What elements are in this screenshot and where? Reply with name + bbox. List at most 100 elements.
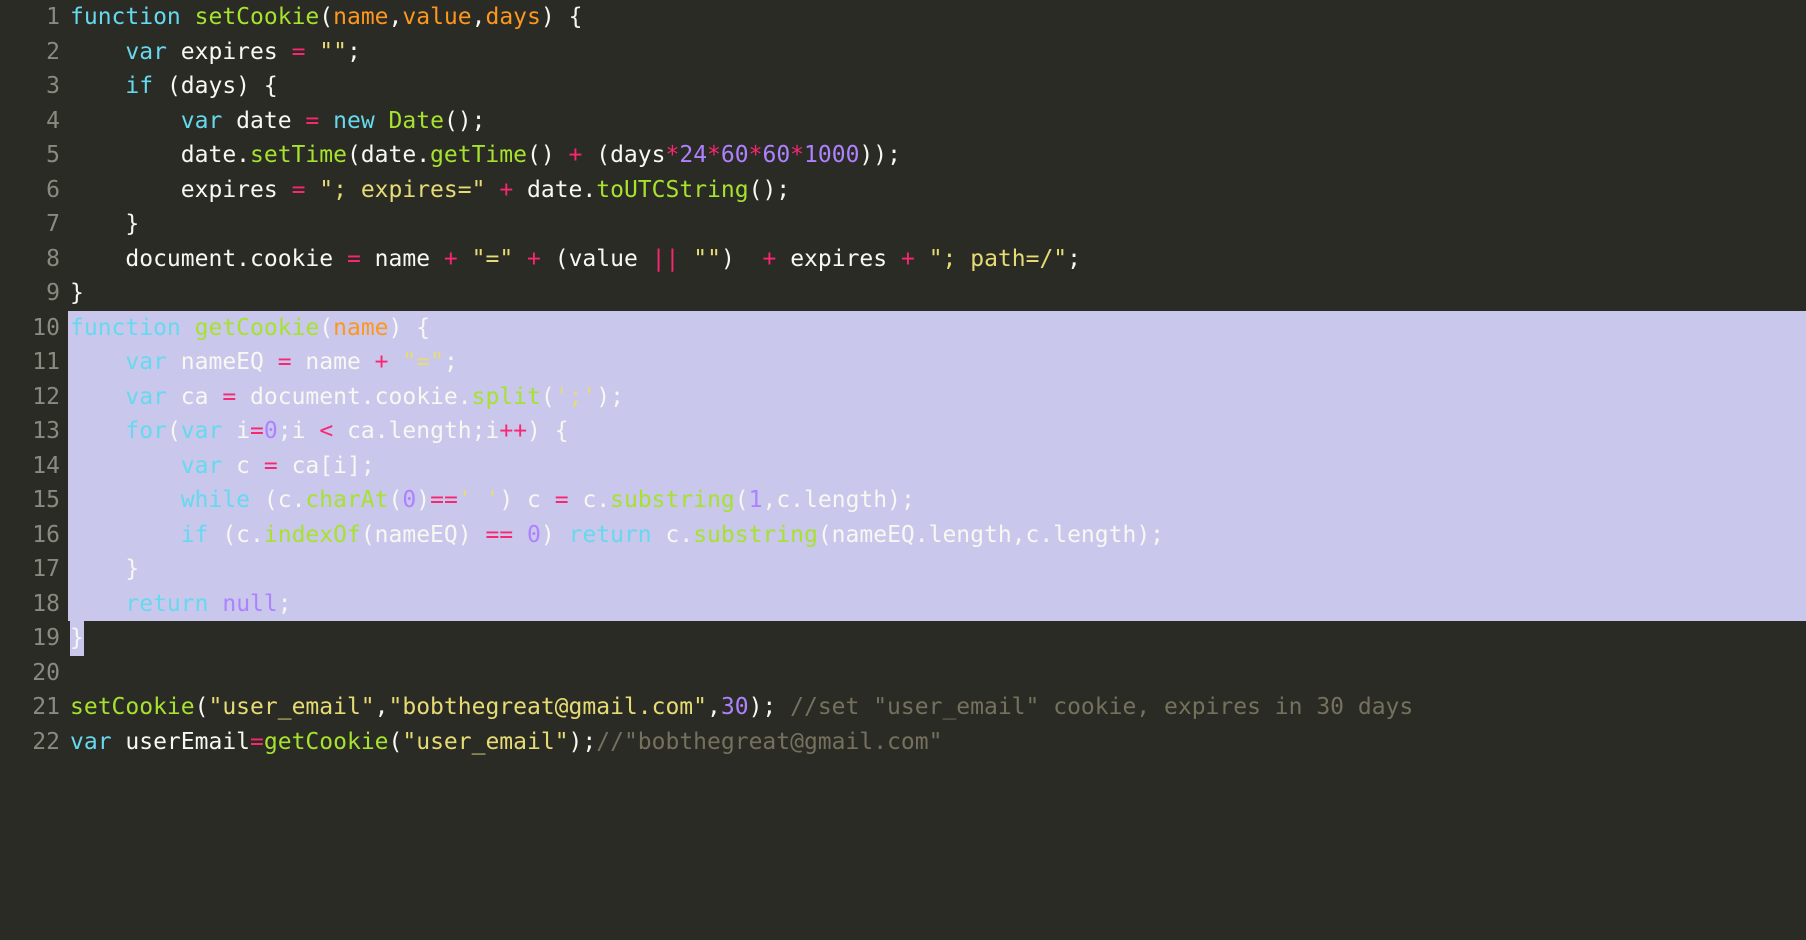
code-line[interactable]: var nameEQ = name + "="; — [68, 345, 1806, 380]
token-num: 0 — [264, 418, 278, 444]
code-line[interactable]: date.setTime(date.getTime() + (days*24*6… — [68, 138, 1806, 173]
token-cm: //"bobthegreat@gmail.com" — [596, 729, 942, 755]
token-id: date. — [513, 177, 596, 203]
token-id: c. — [569, 487, 611, 513]
token-id — [70, 418, 125, 444]
code-line[interactable]: expires = "; expires=" + date.toUTCStrin… — [68, 173, 1806, 208]
token-fn: Date — [389, 108, 444, 134]
code-line[interactable]: for(var i=0;i < ca.length;i++) { — [68, 414, 1806, 449]
code-line[interactable]: var expires = ""; — [68, 35, 1806, 70]
token-id: ( — [195, 694, 209, 720]
token-op: = — [292, 39, 306, 65]
token-id — [513, 246, 527, 272]
token-op: = — [264, 453, 278, 479]
token-op: + — [527, 246, 541, 272]
code-line[interactable]: } — [68, 276, 1806, 311]
token-id — [70, 591, 125, 617]
token-arg: name — [333, 315, 388, 341]
token-fn: toUTCString — [596, 177, 748, 203]
token-id — [305, 39, 319, 65]
token-id — [181, 315, 195, 341]
token-op: = — [305, 108, 319, 134]
code-area[interactable]: function setCookie(name,value,days) { va… — [68, 0, 1806, 940]
token-kw: var — [125, 384, 167, 410]
token-fn: indexOf — [264, 522, 361, 548]
token-kw: new — [333, 108, 375, 134]
token-kw: if — [125, 73, 153, 99]
token-id: (days — [582, 142, 665, 168]
code-line[interactable]: } — [68, 207, 1806, 242]
token-str: "user_email" — [402, 729, 568, 755]
token-id: expires — [70, 177, 292, 203]
token-op: = — [347, 246, 361, 272]
token-id: nameEQ — [167, 349, 278, 375]
code-line[interactable]: function getCookie(name) { — [68, 311, 1806, 346]
code-line[interactable]: if (days) { — [68, 69, 1806, 104]
token-id — [389, 349, 403, 375]
token-id: ( — [319, 315, 333, 341]
token-id: ; — [1067, 246, 1081, 272]
code-line[interactable]: var c = ca[i]; — [68, 449, 1806, 484]
token-id: (days) { — [153, 73, 278, 99]
token-id: ) — [416, 487, 430, 513]
token-id: ; — [347, 39, 361, 65]
token-fn: getTime — [430, 142, 527, 168]
code-line[interactable]: setCookie("user_email","bobthegreat@gmai… — [68, 690, 1806, 725]
code-line[interactable]: function setCookie(name,value,days) { — [68, 0, 1806, 35]
token-id: ) { — [541, 4, 583, 30]
token-fn: getCookie — [195, 315, 320, 341]
token-op: = — [278, 349, 292, 375]
token-id: ); — [569, 729, 597, 755]
token-id: name — [361, 246, 444, 272]
code-line[interactable]: } — [68, 552, 1806, 587]
token-id — [70, 453, 181, 479]
token-id: date — [222, 108, 305, 134]
line-number: 18 — [0, 587, 60, 622]
token-kw: while — [181, 487, 250, 513]
code-line[interactable]: } — [68, 621, 1806, 656]
token-arg: days — [485, 4, 540, 30]
code-line[interactable]: var ca = document.cookie.split(';'); — [68, 380, 1806, 415]
token-num: 60 — [762, 142, 790, 168]
line-number: 4 — [0, 104, 60, 139]
token-op: + — [901, 246, 915, 272]
line-number: 16 — [0, 518, 60, 553]
token-str: "=" — [472, 246, 514, 272]
token-id: (c. — [250, 487, 305, 513]
token-id: expires — [167, 39, 292, 65]
token-nul: null — [222, 591, 277, 617]
token-id: ( — [319, 4, 333, 30]
code-line[interactable]: if (c.indexOf(nameEQ) == 0) return c.sub… — [68, 518, 1806, 553]
token-id: , — [389, 4, 403, 30]
code-line[interactable] — [68, 656, 1806, 691]
code-line[interactable]: while (c.charAt(0)==' ') c = c.substring… — [68, 483, 1806, 518]
line-number: 14 — [0, 449, 60, 484]
token-id: document.cookie — [70, 246, 347, 272]
line-number: 13 — [0, 414, 60, 449]
token-kw: function — [70, 315, 181, 341]
token-op: * — [749, 142, 763, 168]
token-id: , — [707, 694, 721, 720]
line-number: 20 — [0, 656, 60, 691]
code-editor[interactable]: 12345678910111213141516171819202122 func… — [0, 0, 1806, 940]
token-op: = — [250, 729, 264, 755]
token-str: "" — [693, 246, 721, 272]
line-number: 10 — [0, 311, 60, 346]
code-line[interactable]: var userEmail=getCookie("user_email");//… — [68, 725, 1806, 760]
token-str: "bobthegreat@gmail.com" — [389, 694, 708, 720]
code-line[interactable]: document.cookie = name + "=" + (value ||… — [68, 242, 1806, 277]
code-line[interactable]: return null; — [68, 587, 1806, 622]
token-num: 24 — [679, 142, 707, 168]
token-id: name — [292, 349, 375, 375]
line-number: 5 — [0, 138, 60, 173]
token-id: ); — [749, 694, 791, 720]
code-line[interactable]: var date = new Date(); — [68, 104, 1806, 139]
token-id — [70, 522, 181, 548]
token-op: + — [375, 349, 389, 375]
line-number: 12 — [0, 380, 60, 415]
token-kw: return — [569, 522, 652, 548]
token-op: + — [762, 246, 776, 272]
token-id: ( — [541, 384, 555, 410]
token-num: 60 — [721, 142, 749, 168]
token-id: ( — [389, 487, 403, 513]
